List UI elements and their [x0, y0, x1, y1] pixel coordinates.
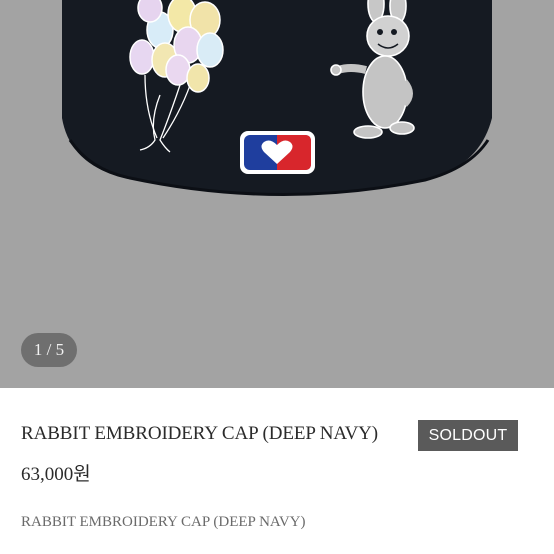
soldout-badge: SOLDOUT	[418, 420, 518, 451]
image-counter: 1 / 5	[21, 333, 77, 367]
product-title: RABBIT EMBROIDERY CAP (DEEP NAVY)	[21, 423, 379, 444]
product-image[interactable]	[0, 0, 554, 388]
product-description: RABBIT EMBROIDERY CAP (DEEP NAVY)	[21, 514, 306, 530]
product-price: 63,000원	[21, 464, 91, 485]
heart-logo-patch	[240, 131, 315, 174]
product-image-gallery[interactable]: 1 / 5	[0, 0, 554, 388]
